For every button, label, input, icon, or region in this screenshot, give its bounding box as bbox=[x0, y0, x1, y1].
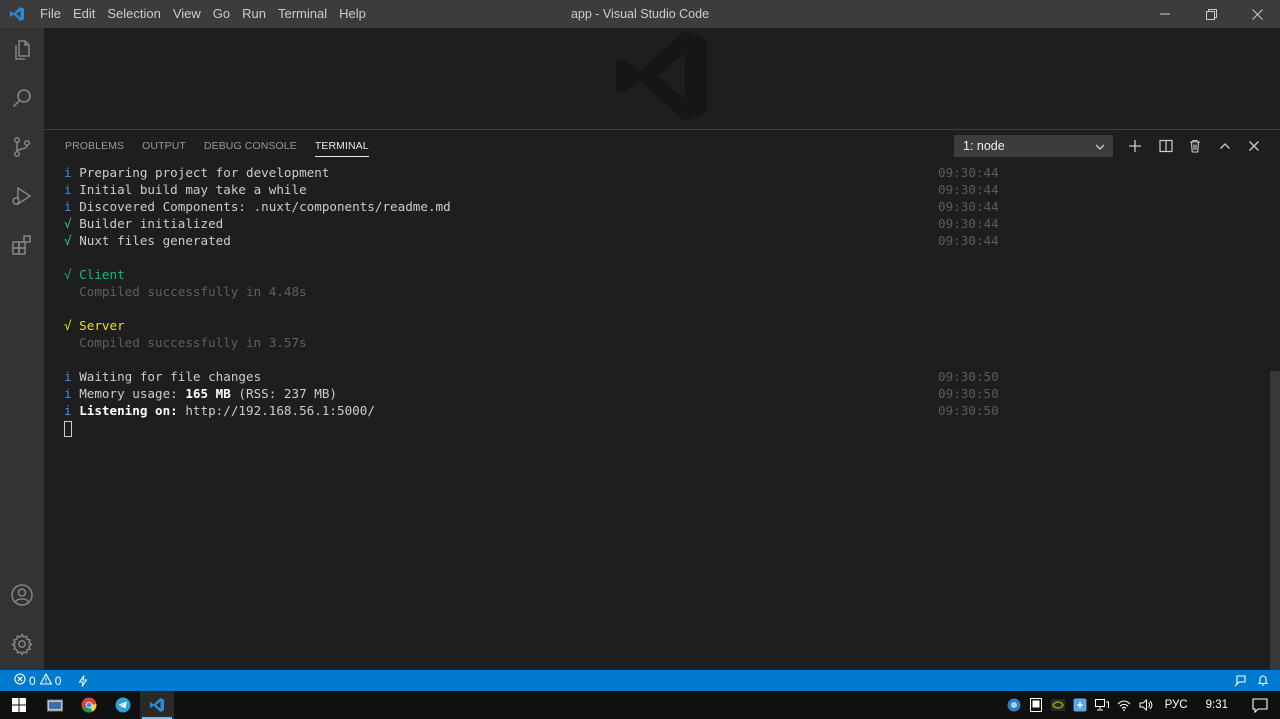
source-control-icon[interactable] bbox=[0, 125, 44, 169]
split-terminal-icon[interactable] bbox=[1156, 136, 1176, 156]
menu-run[interactable]: Run bbox=[236, 0, 272, 28]
action-center-icon[interactable] bbox=[1240, 691, 1280, 719]
editor-area bbox=[44, 28, 1280, 129]
tab-problems[interactable]: PROBLEMS bbox=[56, 130, 133, 162]
telegram-icon[interactable] bbox=[106, 691, 140, 719]
menu-view[interactable]: View bbox=[167, 0, 207, 28]
maximize-panel-icon[interactable] bbox=[1215, 136, 1235, 156]
menu-file[interactable]: File bbox=[34, 0, 67, 28]
menu-go[interactable]: Go bbox=[207, 0, 236, 28]
file-explorer-icon[interactable] bbox=[38, 691, 72, 719]
server-status-line: √ Server bbox=[64, 318, 125, 333]
vscode-logo-icon bbox=[0, 0, 34, 28]
terminal-cursor bbox=[64, 420, 72, 437]
restore-icon[interactable] bbox=[1188, 0, 1234, 28]
explorer-icon[interactable] bbox=[0, 28, 44, 72]
wifi-icon[interactable] bbox=[1113, 691, 1135, 719]
run-debug-icon[interactable] bbox=[0, 174, 44, 218]
taskbar-clock[interactable]: 9:31 bbox=[1196, 699, 1240, 711]
client-compiled-line: Compiled successfully in 4.48s bbox=[64, 284, 307, 299]
terminal-select-value: 1: node bbox=[963, 139, 1005, 153]
close-window-icon[interactable] bbox=[1234, 0, 1280, 28]
windows-taskbar: РУС 9:31 bbox=[0, 691, 1280, 719]
terminal-line: i Listening on: http://192.168.56.1:5000… bbox=[64, 403, 999, 418]
vscode-icon[interactable] bbox=[140, 691, 174, 719]
terminal-line: √ Nuxt files generated 09:30:44 bbox=[64, 233, 999, 248]
panel-tabs: PROBLEMS OUTPUT DEBUG CONSOLE TERMINAL bbox=[56, 130, 378, 162]
account-icon[interactable] bbox=[0, 573, 44, 617]
panel: PROBLEMS OUTPUT DEBUG CONSOLE TERMINAL 1… bbox=[44, 129, 1280, 671]
minimize-icon[interactable] bbox=[1142, 0, 1188, 28]
terminal-output[interactable]: i Preparing project for development 09:30… bbox=[64, 164, 1004, 437]
chrome-icon[interactable] bbox=[72, 691, 106, 719]
chevron-down-icon bbox=[1094, 139, 1106, 159]
volume-icon[interactable] bbox=[1135, 691, 1157, 719]
status-bar: 0 0 bbox=[0, 670, 1280, 691]
menu-terminal[interactable]: Terminal bbox=[272, 0, 333, 28]
terminal-line: i Waiting for file changes 09:30:50 bbox=[64, 369, 999, 384]
menu-edit[interactable]: Edit bbox=[67, 0, 101, 28]
feedback-icon[interactable] bbox=[1228, 670, 1252, 691]
terminal-line: i Initial build may take a while 09:30:44 bbox=[64, 182, 999, 197]
extensions-icon[interactable] bbox=[0, 223, 44, 267]
globe-app-icon[interactable] bbox=[1003, 691, 1025, 719]
warning-count: 0 bbox=[54, 673, 62, 688]
error-count: 0 bbox=[29, 673, 36, 688]
terminal-select[interactable]: 1: node bbox=[954, 135, 1113, 157]
manage-gear-icon[interactable] bbox=[0, 622, 44, 666]
network-icon[interactable] bbox=[1091, 691, 1113, 719]
search-icon[interactable] bbox=[0, 76, 44, 120]
close-panel-icon[interactable] bbox=[1244, 136, 1264, 156]
app-tray-icon[interactable] bbox=[1069, 691, 1091, 719]
tab-debug-console[interactable]: DEBUG CONSOLE bbox=[195, 130, 306, 162]
terminal-line: i Preparing project for development 09:30… bbox=[64, 165, 999, 180]
kill-terminal-icon[interactable] bbox=[1185, 136, 1205, 156]
system-tray: РУС 9:31 bbox=[1003, 691, 1280, 719]
status-bar-right bbox=[1228, 670, 1274, 691]
nvidia-icon[interactable] bbox=[1047, 691, 1069, 719]
vscode-watermark-icon bbox=[610, 24, 714, 133]
problems-status[interactable]: 0 0 bbox=[0, 670, 66, 691]
terminal-line: √ Builder initialized 09:30:44 bbox=[64, 216, 999, 231]
tab-terminal[interactable]: TERMINAL bbox=[306, 130, 378, 162]
terminal-line: i Memory usage: 165 MB (RSS: 237 MB) 09:3… bbox=[64, 386, 999, 401]
keyboard-language[interactable]: РУС bbox=[1157, 699, 1196, 711]
server-compiled-line: Compiled successfully in 3.57s bbox=[64, 335, 307, 350]
terminal-prompt-line bbox=[64, 419, 1004, 437]
live-share-icon[interactable] bbox=[72, 670, 94, 691]
warning-icon bbox=[39, 672, 53, 688]
notifications-bell-icon[interactable] bbox=[1252, 670, 1274, 691]
tablet-icon[interactable] bbox=[1025, 691, 1047, 719]
terminal-line: i Discovered Components: .nuxt/component… bbox=[64, 199, 999, 214]
window-controls bbox=[1142, 0, 1280, 28]
client-status-line: √ Client bbox=[64, 267, 125, 282]
menu-bar: File Edit Selection View Go Run Terminal… bbox=[34, 0, 372, 28]
activity-bar bbox=[0, 28, 44, 670]
terminal-scrollbar[interactable] bbox=[1270, 371, 1280, 671]
menu-selection[interactable]: Selection bbox=[101, 0, 166, 28]
menu-help[interactable]: Help bbox=[333, 0, 372, 28]
windows-start-icon[interactable] bbox=[2, 691, 36, 719]
tab-output[interactable]: OUTPUT bbox=[133, 130, 195, 162]
new-terminal-icon[interactable] bbox=[1125, 136, 1145, 156]
error-icon bbox=[14, 673, 26, 688]
